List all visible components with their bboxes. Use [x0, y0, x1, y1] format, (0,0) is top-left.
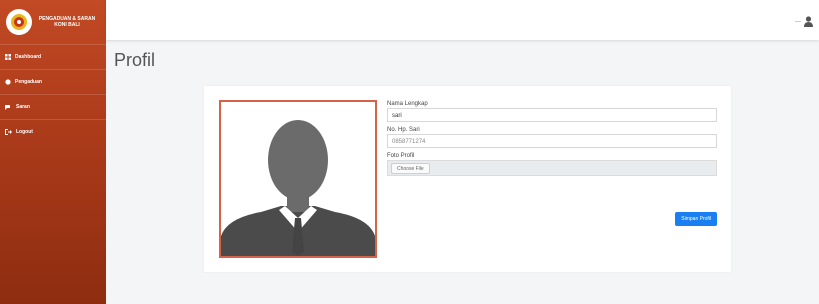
- profile-form: Nama Lengkap sari No. Hp. Sari 085877127…: [387, 100, 717, 226]
- sidebar-item-label: Logout: [16, 129, 33, 135]
- sidebar-item-pengaduan[interactable]: Pengaduan: [0, 69, 106, 94]
- photo-upload-field[interactable]: Choose File: [387, 160, 717, 176]
- save-profile-button[interactable]: Simpan Profil: [675, 212, 717, 226]
- name-label: Nama Lengkap: [387, 101, 428, 107]
- logout-icon: [5, 129, 12, 135]
- saran-icon: [5, 105, 10, 110]
- sidebar-item-logout[interactable]: Logout: [0, 119, 106, 144]
- choose-file-button[interactable]: Choose File: [391, 162, 430, 174]
- phone-label: No. Hp. Sari: [387, 127, 420, 133]
- brand-title: PENGADUAN & SARAN KONI BALI: [38, 15, 96, 29]
- sidebar-item-dashboard[interactable]: Dashboard: [0, 44, 106, 69]
- photo-label: Foto Profil: [387, 153, 415, 159]
- sidebar-item-label: Pengaduan: [15, 79, 42, 85]
- phone-field[interactable]: 0858771274: [387, 134, 717, 148]
- sidebar: PENGADUAN & SARAN KONI BALI Dashboard Pe…: [0, 0, 106, 304]
- sidebar-item-label: Saran: [16, 104, 30, 110]
- profile-photo: [219, 100, 377, 258]
- brand[interactable]: PENGADUAN & SARAN KONI BALI: [0, 0, 106, 44]
- user-name: —: [795, 18, 801, 25]
- koni-logo-icon: [6, 9, 32, 35]
- name-field[interactable]: sari: [387, 108, 717, 122]
- sidebar-item-saran[interactable]: Saran: [0, 94, 106, 119]
- page-title: Profil: [114, 50, 156, 70]
- profile-card: Nama Lengkap sari No. Hp. Sari 085877127…: [204, 86, 731, 272]
- sidebar-item-label: Dashboard: [15, 54, 42, 60]
- user-menu[interactable]: —: [795, 16, 813, 27]
- avatar-placeholder-icon: [221, 120, 375, 256]
- user-icon: [804, 16, 813, 27]
- dashboard-icon: [5, 54, 11, 60]
- topbar: —: [106, 0, 819, 40]
- pengaduan-icon: [5, 79, 11, 85]
